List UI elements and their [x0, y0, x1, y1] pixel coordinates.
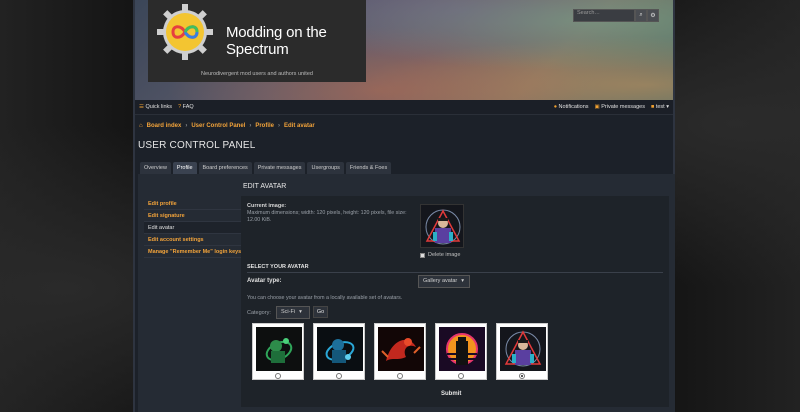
header-search: Search… ⌕ ⚙ — [573, 9, 659, 22]
username: test — [655, 104, 665, 110]
gallery-radio[interactable] — [458, 373, 464, 379]
chevron-down-icon: ▾ — [666, 104, 669, 110]
notifications-link[interactable]: ● Notifications — [554, 104, 589, 110]
gallery-avatar-image — [378, 327, 424, 371]
tab-private-messages[interactable]: Private messages — [253, 162, 306, 174]
gallery-avatar-image — [439, 327, 485, 371]
select-avatar-heading: SELECT YOUR AVATAR — [247, 264, 663, 273]
breadcrumb-separator: › — [249, 123, 252, 129]
site-header: Modding on the Spectrum Neurodivergent m… — [135, 0, 673, 100]
sidebar-item-edit-profile[interactable]: Edit profile — [144, 198, 244, 210]
menu-icon: ☰ — [139, 104, 144, 110]
breadcrumb-item[interactable]: Board index — [147, 123, 182, 129]
gallery-radio-selected[interactable] — [519, 373, 525, 379]
category-label: Category: — [247, 310, 271, 316]
avatar-type-value: Gallery avatar — [423, 278, 458, 284]
private-messages-link[interactable]: ▣ Private messages — [595, 104, 645, 110]
faq-link[interactable]: ? FAQ — [178, 104, 194, 110]
quick-links-label: Quick links — [145, 104, 173, 110]
avatar-gallery — [252, 323, 548, 380]
gallery-item[interactable] — [496, 323, 548, 380]
ucp-tabs: Overview Profile Board preferences Priva… — [140, 162, 392, 174]
gallery-item[interactable] — [435, 323, 487, 380]
ucp-panel: Edit profile Edit signature Edit avatar … — [138, 174, 675, 412]
chevron-down-icon: ▾ — [461, 278, 465, 284]
notifications-label: Notifications — [558, 104, 589, 110]
page-container: Modding on the Spectrum Neurodivergent m… — [133, 0, 675, 412]
navbar: ☰ Quick links ? FAQ ● Notifications ▣ Pr… — [135, 100, 673, 115]
sidebar-item-edit-account-settings[interactable]: Edit account settings — [144, 234, 244, 246]
gallery-radio[interactable] — [275, 373, 281, 379]
gallery-radio[interactable] — [336, 373, 342, 379]
gear-logo-icon — [157, 4, 213, 60]
breadcrumb-item[interactable]: Edit avatar — [284, 123, 315, 129]
gallery-avatar-image — [256, 327, 302, 371]
current-avatar-image — [420, 204, 464, 248]
breadcrumb: ⌂ Board index › User Control Panel › Pro… — [139, 123, 315, 129]
tab-board-preferences[interactable]: Board preferences — [198, 162, 252, 174]
question-icon: ? — [178, 104, 182, 110]
avatar-hint: You can choose your avatar from a locall… — [247, 295, 403, 301]
submit-button[interactable]: Submit — [441, 391, 461, 397]
gallery-item[interactable] — [252, 323, 304, 380]
search-icon[interactable]: ⌕ — [635, 9, 647, 22]
tab-overview[interactable]: Overview — [140, 162, 171, 174]
breadcrumb-item[interactable]: User Control Panel — [191, 123, 245, 129]
avatar-type-label: Avatar type: — [247, 278, 282, 284]
search-input[interactable]: Search… — [573, 9, 635, 22]
tab-friends-foes[interactable]: Friends & Foes — [345, 162, 392, 174]
delete-image-label: Delete image — [428, 252, 461, 258]
gear-icon[interactable]: ⚙ — [647, 9, 659, 22]
delete-image-row: Delete image — [420, 252, 460, 258]
user-menu[interactable]: ■ test ▾ — [651, 104, 669, 110]
avatar: ■ — [650, 104, 655, 110]
section-title: EDIT AVATAR — [243, 183, 287, 190]
chevron-down-icon: ▾ — [299, 309, 302, 315]
sidebar-item-edit-signature[interactable]: Edit signature — [144, 210, 244, 222]
category-value: Sci-Fi — [281, 309, 296, 315]
inbox-icon: ▣ — [594, 104, 600, 110]
category-select[interactable]: Sci-Fi ▾ — [276, 306, 310, 319]
tab-usergroups[interactable]: Usergroups — [307, 162, 344, 174]
private-messages-label: Private messages — [601, 104, 645, 110]
delete-image-checkbox[interactable] — [420, 252, 425, 258]
avatar-type-select[interactable]: Gallery avatar ▾ — [418, 275, 470, 288]
site-logo[interactable]: Modding on the Spectrum Neurodivergent m… — [148, 0, 366, 82]
current-image-description: Maximum dimensions; width: 120 pixels, h… — [247, 210, 407, 223]
page-title: USER CONTROL PANEL — [138, 140, 256, 151]
gallery-avatar-image — [500, 327, 546, 371]
quick-links-link[interactable]: ☰ Quick links — [139, 104, 172, 110]
home-icon: ⌂ — [139, 123, 143, 129]
go-button[interactable]: Go — [313, 306, 328, 318]
breadcrumb-separator: › — [278, 123, 280, 129]
breadcrumb-item[interactable]: Profile — [255, 123, 274, 129]
current-image-label: Current image: — [247, 203, 287, 209]
site-description: Neurodivergent mod users and authors uni… — [201, 71, 313, 77]
gallery-item[interactable] — [374, 323, 426, 380]
breadcrumb-separator: › — [185, 123, 188, 129]
avatar-form: Current image: Maximum dimensions; width… — [241, 196, 669, 407]
gallery-item[interactable] — [313, 323, 365, 380]
edit-avatar-content: EDIT AVATAR Current image: Maximum dimen… — [241, 181, 669, 407]
site-title: Modding on the Spectrum — [226, 24, 327, 58]
tab-profile[interactable]: Profile — [172, 162, 197, 174]
sidebar-item-edit-avatar[interactable]: Edit avatar — [144, 222, 244, 234]
faq-label: FAQ — [182, 104, 194, 110]
ucp-sidebar: Edit profile Edit signature Edit avatar … — [144, 198, 244, 258]
gallery-radio[interactable] — [397, 373, 403, 379]
sidebar-item-manage-login-keys[interactable]: Manage "Remember Me" login keys — [144, 246, 244, 258]
gallery-avatar-image — [317, 327, 363, 371]
bell-icon: ● — [553, 104, 558, 110]
